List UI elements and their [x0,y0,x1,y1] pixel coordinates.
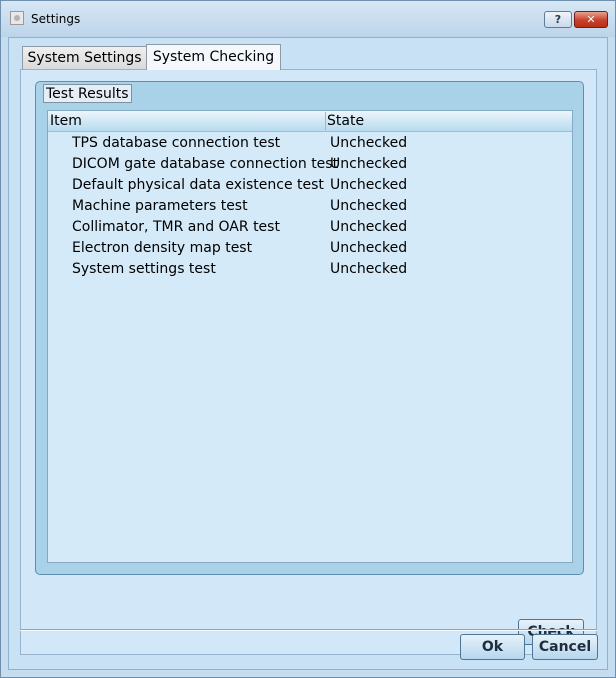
test-results-group: Test Results Item State TPS database con… [35,81,584,575]
row-item: Machine parameters test [72,198,248,214]
help-button[interactable]: ? [544,11,572,28]
row-item: TPS database connection test [72,135,281,151]
close-button[interactable]: ✕ [574,11,608,28]
row-state: Unchecked [330,240,408,256]
row-state: Unchecked [330,261,408,277]
test-results-list[interactable]: Item State TPS database connection test … [47,110,573,563]
settings-window: Settings ? ✕ System Settings System Chec… [0,0,616,678]
table-row[interactable]: Machine parameters test Unchecked [48,196,572,217]
system-checking-page: Test Results Item State TPS database con… [20,69,597,655]
table-row[interactable]: Electron density map test Unchecked [48,238,572,259]
table-row[interactable]: Collimator, TMR and OAR test Unchecked [48,217,572,238]
row-state: Unchecked [330,177,408,193]
table-row[interactable]: DICOM gate database connection test Unch… [48,154,572,175]
list-rows: TPS database connection test Unchecked D… [48,133,572,280]
row-item: Collimator, TMR and OAR test [72,219,280,235]
table-row[interactable]: Default physical data existence test Unc… [48,175,572,196]
app-icon [10,11,24,25]
title-bar[interactable]: Settings ? ✕ [1,1,615,37]
row-state: Unchecked [330,198,408,214]
row-item: Default physical data existence test [72,177,324,193]
close-icon: ✕ [586,13,596,26]
cancel-button[interactable]: Cancel [532,634,598,660]
window-title: Settings [31,12,81,26]
row-item: DICOM gate database connection test [72,156,339,172]
row-state: Unchecked [330,156,408,172]
ok-button[interactable]: Ok [460,634,525,660]
column-header-state[interactable]: State [327,111,364,131]
tab-system-checking[interactable]: System Checking [146,44,281,70]
table-row[interactable]: TPS database connection test Unchecked [48,133,572,154]
list-header: Item State [48,111,572,132]
group-title: Test Results [43,84,132,103]
row-item: System settings test [72,261,216,277]
table-row[interactable]: System settings test Unchecked [48,259,572,280]
divider [20,629,597,631]
row-state: Unchecked [330,135,408,151]
dialog-client-area: System Settings System Checking Test Res… [8,37,608,670]
tab-system-settings[interactable]: System Settings [22,46,147,70]
row-state: Unchecked [330,219,408,235]
row-item: Electron density map test [72,240,253,256]
column-header-item[interactable]: Item [50,111,82,131]
column-separator[interactable] [325,112,326,130]
